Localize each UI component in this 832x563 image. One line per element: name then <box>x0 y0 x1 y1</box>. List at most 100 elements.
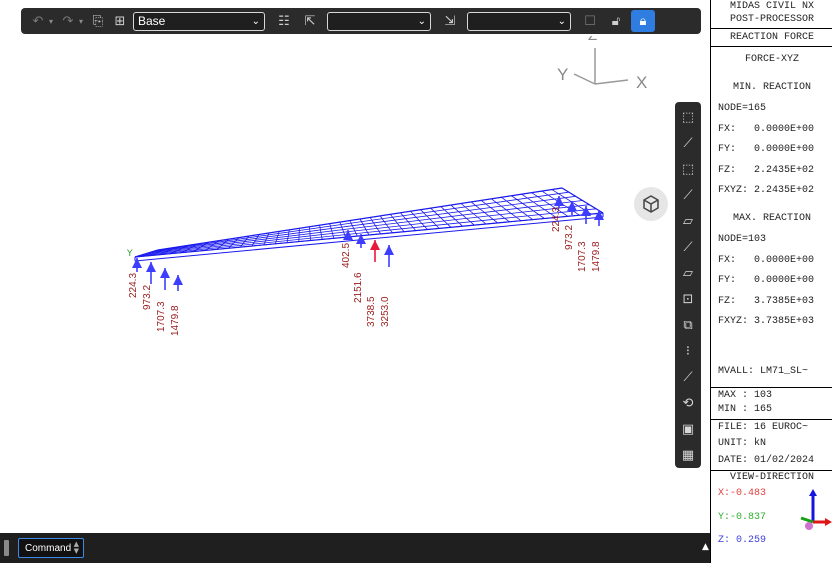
reaction-label: 973.2 <box>142 285 153 310</box>
support-arrow-icon <box>370 240 380 262</box>
select-line-icon[interactable]: ⟋ <box>677 235 699 259</box>
group-icon[interactable]: ⊞ <box>109 11 131 31</box>
select-icon[interactable]: ⇱ <box>299 11 321 31</box>
min-node: NODE=165 <box>718 103 767 114</box>
base-select[interactable]: Base ⌄ <box>133 11 265 31</box>
max-fx: FX: 0.0000E+00 <box>718 255 815 266</box>
expand-up-icon[interactable]: ▲ <box>702 542 709 552</box>
zoom-window-icon[interactable]: ⊡ <box>677 287 699 311</box>
axis-triad: Z Y X <box>557 36 647 92</box>
command-label: Command <box>25 542 72 554</box>
date: DATE: 01/02/2024 <box>718 455 815 466</box>
divider <box>711 28 832 29</box>
divider <box>711 46 832 47</box>
min-fy: FY: 0.0000E+00 <box>718 144 815 155</box>
view-cube-button[interactable] <box>634 187 668 221</box>
min-node-summary: MIN : 165 <box>718 404 773 415</box>
divider <box>711 387 832 388</box>
third-select[interactable]: ⌄ <box>467 11 571 31</box>
axis-z-label: Z <box>588 36 597 44</box>
redo-dropdown-icon[interactable]: ▾ <box>79 17 87 26</box>
min-fx: FX: 0.0000E+00 <box>718 124 815 135</box>
chevron-down-icon: ⌄ <box>557 15 566 27</box>
undo-dropdown-icon[interactable]: ▾ <box>49 17 57 26</box>
support-arrow-icon <box>160 268 170 290</box>
panel-component: FORCE-XYZ <box>744 54 799 65</box>
undo-icon[interactable]: ↶ <box>27 11 49 31</box>
comment-icon[interactable]: ☐ <box>579 11 601 31</box>
view-z: Z: 0.259 <box>718 535 767 546</box>
node-select-icon[interactable]: ⟋ <box>677 365 699 389</box>
second-select[interactable]: ⌄ <box>327 11 431 31</box>
export-icon[interactable]: ⎘ <box>87 11 109 31</box>
display-icon[interactable]: ▣ <box>677 417 699 441</box>
top-toolbar: ↶ ▾ ↷ ▾ ⎘ ⊞ Base ⌄ ☷ ⇱ ⌄ ⇲ ⌄ ☐ 🔓︎ 🔒︎ <box>21 8 701 34</box>
max-node: NODE=103 <box>718 234 767 245</box>
select-box-icon[interactable]: ⬚ <box>677 157 699 181</box>
reaction-label: 224.3 <box>128 273 139 298</box>
node-display-icon[interactable]: ⁝ <box>677 339 699 363</box>
reaction-label: 973.2 <box>564 225 575 250</box>
min-reaction-header: MIN. REACTION <box>732 82 811 93</box>
max-fz: FZ: 3.7385E+03 <box>718 296 815 307</box>
rotate-view-icon[interactable]: ⟲ <box>677 391 699 415</box>
mesh-line <box>142 204 590 256</box>
min-fxyz: FXYZ: 2.2435E+02 <box>718 185 815 196</box>
select-intersect-icon[interactable]: ⟋ <box>677 183 699 207</box>
divider <box>711 419 832 420</box>
file-name: FILE: 16 EUROC~ <box>718 422 809 433</box>
reaction-label: 224.3 <box>551 207 562 232</box>
lock-active-icon[interactable]: 🔒︎ <box>631 10 655 32</box>
support-arrow-icon <box>173 275 183 291</box>
base-select-value: Base <box>138 14 166 28</box>
mesh-line <box>138 208 597 257</box>
structure-icon[interactable]: ☷ <box>273 11 295 31</box>
deck-mesh <box>134 187 604 262</box>
select-cross-icon[interactable]: ▱ <box>677 261 699 285</box>
panel-result-type: REACTION FORCE <box>729 32 814 43</box>
panel-title-module: POST-PROCESSOR <box>729 14 814 25</box>
command-select[interactable]: Command ▲ ▼ <box>18 538 84 558</box>
mesh-line <box>146 200 583 254</box>
load-case: MVALL: LM71_SL~ <box>718 366 809 377</box>
spinner-icon: ▲ ▼ <box>73 540 79 555</box>
max-node-summary: MAX : 103 <box>718 390 773 401</box>
view-direction-triad-icon <box>800 489 832 530</box>
filter-icon[interactable]: ⇲ <box>439 11 461 31</box>
screen-icon[interactable]: ▦ <box>677 443 699 467</box>
cube-icon <box>643 195 659 213</box>
max-reaction-header: MAX. REACTION <box>732 213 811 224</box>
view-toolbar: ⬚ ⟋ ⬚ ⟋ ▱ ⟋ ▱ ⊡ ⧉ ⁝ ⟋ ⟲ ▣ ▦ <box>675 102 701 468</box>
model-viewport[interactable]: Z Y X Y 224.3 973.2 1707.3 1479.8 402.5 … <box>0 36 708 532</box>
select-polygon-icon[interactable]: ⟋ <box>677 131 699 155</box>
axis-y-label: Y <box>557 65 568 84</box>
reaction-labels: 224.3 973.2 1707.3 1479.8 402.5 2151.6 3… <box>128 207 602 336</box>
divider <box>711 470 832 471</box>
max-fxyz: FXYZ: 3.7385E+03 <box>718 316 815 327</box>
command-bar: Command ▲ ▼ ▲ <box>0 533 720 563</box>
reaction-label: 1479.8 <box>170 305 181 336</box>
reaction-label: 402.5 <box>341 243 352 268</box>
max-fy: FY: 0.0000E+00 <box>718 275 815 286</box>
grip-handle[interactable] <box>4 540 9 556</box>
select-window-icon[interactable]: ⬚ <box>677 105 699 129</box>
redo-icon[interactable]: ↷ <box>57 11 79 31</box>
view-y: Y:-0.837 <box>718 512 767 523</box>
unit: UNIT: kN <box>718 438 767 449</box>
select-plane-icon[interactable]: ▱ <box>677 209 699 233</box>
origin-marker-icon: Y <box>126 249 133 259</box>
lock-icon[interactable]: 🔓︎ <box>605 11 627 31</box>
chevron-down-icon: ⌄ <box>417 15 426 27</box>
axis-x-label: X <box>636 73 647 92</box>
reaction-label: 1707.3 <box>156 301 167 332</box>
panel-title-program: MIDAS CIVIL NX <box>729 1 814 12</box>
reaction-label: 1707.3 <box>577 241 588 272</box>
min-fz: FZ: 2.2435E+02 <box>718 165 815 176</box>
view-direction-header: VIEW-DIRECTION <box>729 472 814 483</box>
chevron-down-icon: ⌄ <box>251 15 260 27</box>
info-panel: MIDAS CIVIL NX POST-PROCESSOR REACTION F… <box>710 0 832 563</box>
reaction-label: 1479.8 <box>591 241 602 272</box>
layers-icon[interactable]: ⧉ <box>677 313 699 337</box>
support-arrow-icon <box>384 245 394 267</box>
support-arrow-icon <box>146 262 156 284</box>
